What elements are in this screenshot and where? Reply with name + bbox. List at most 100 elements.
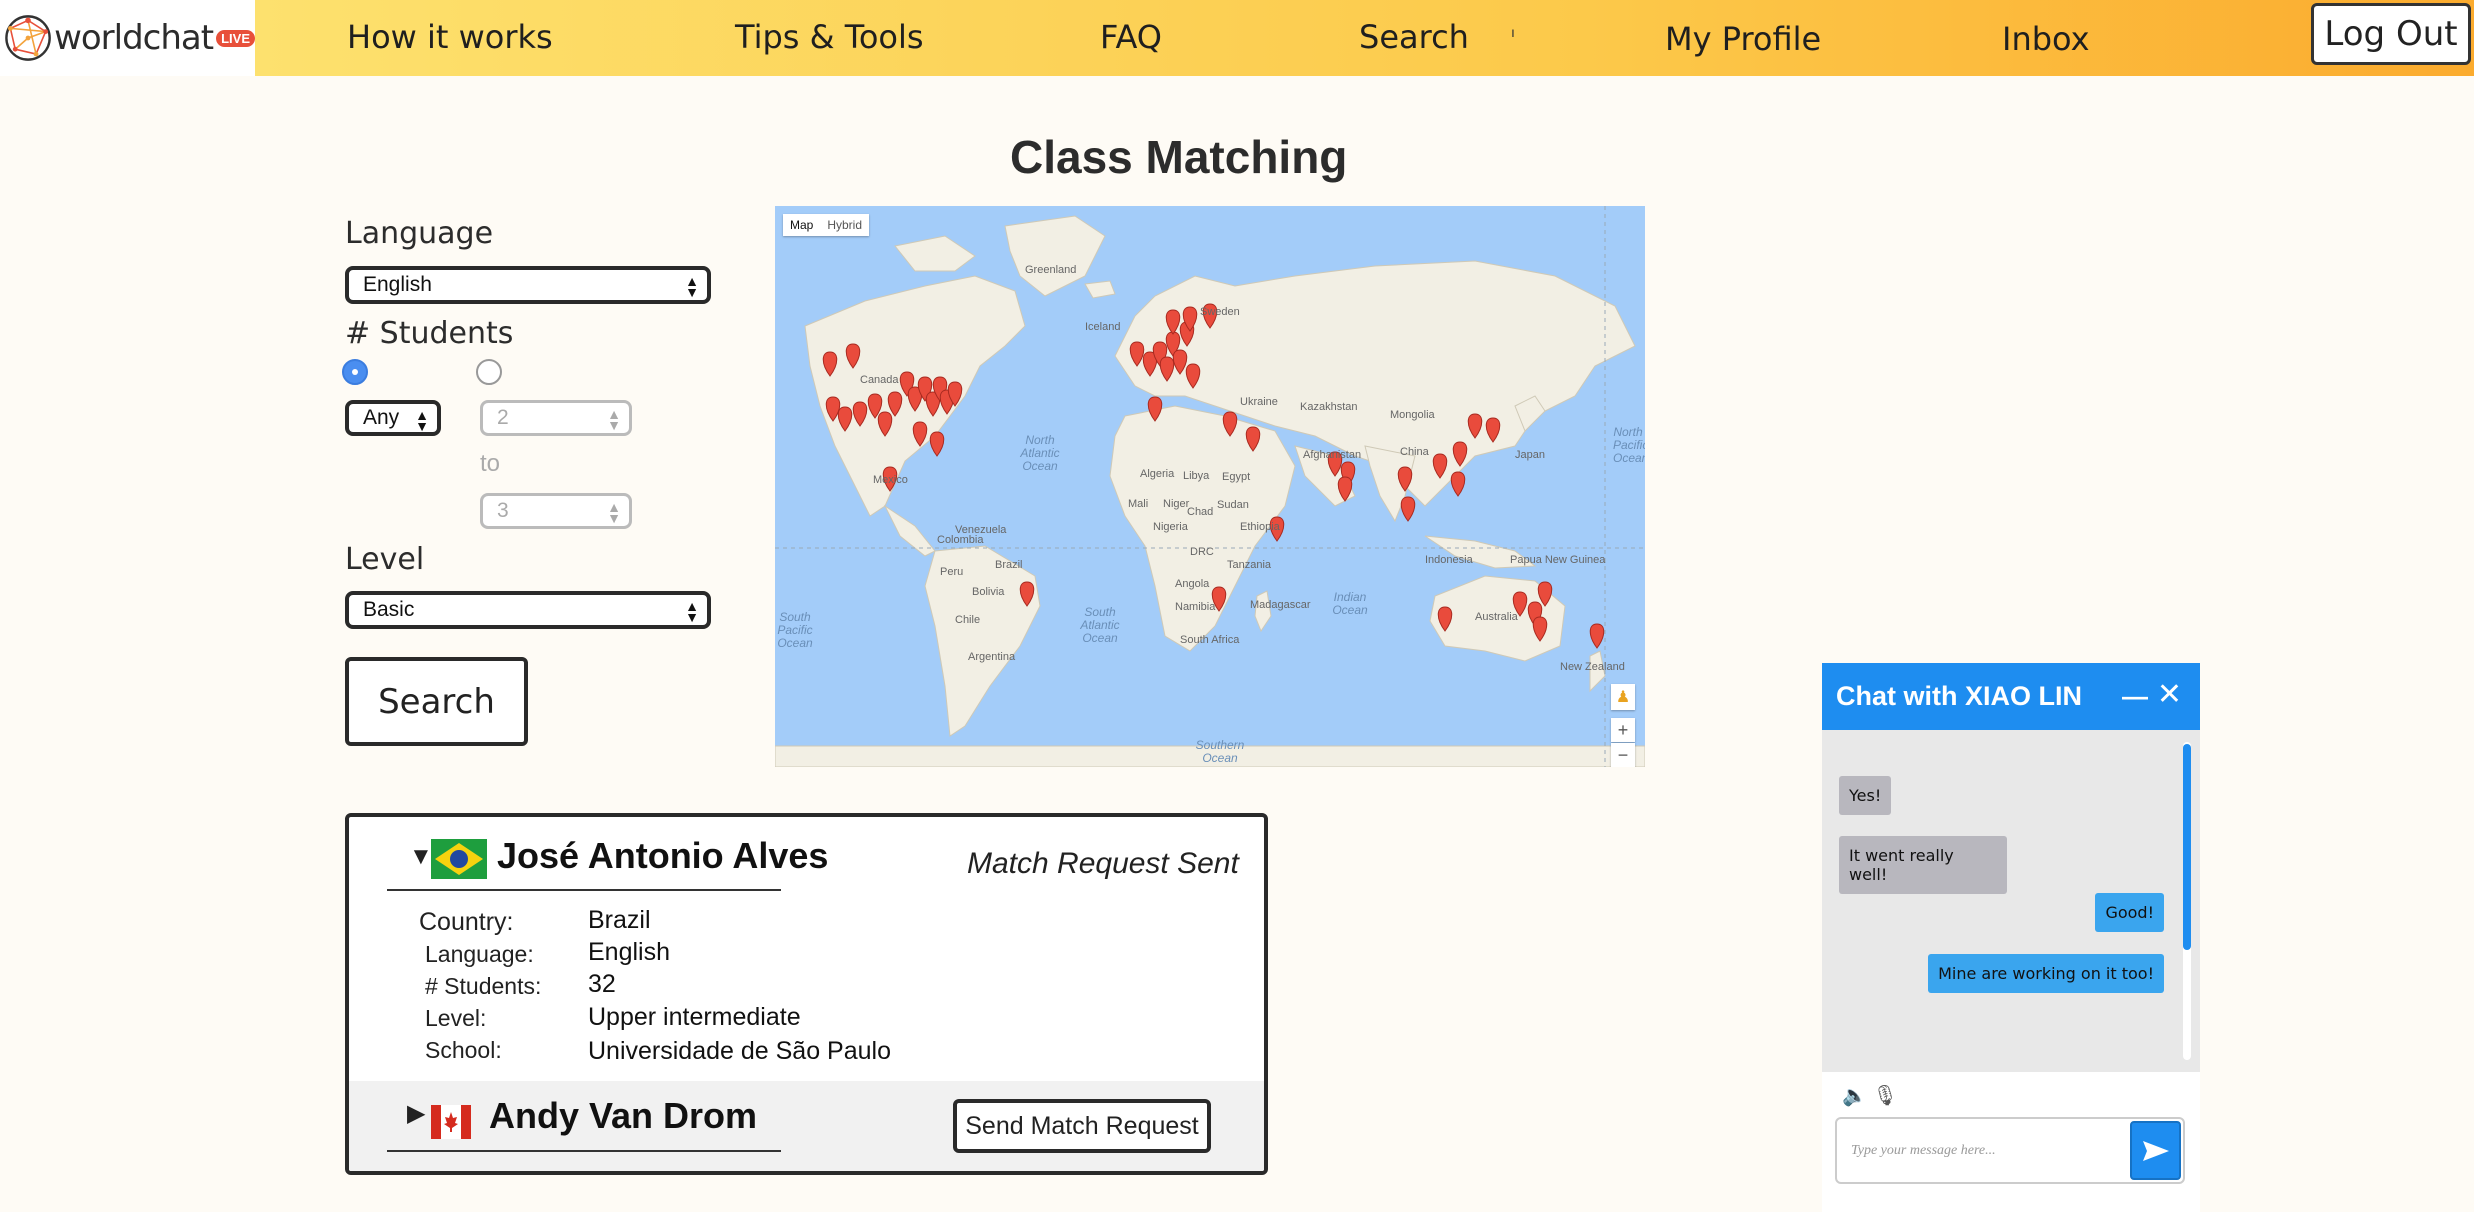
students-any-select[interactable]: Any ▲ ▼ [345,400,441,436]
students-to-value: 3 [497,499,509,522]
speaker-icon[interactable]: 🔈 [1842,1085,1867,1107]
map-label-sudan: Sudan [1217,499,1249,511]
map-label-chile: Chile [955,614,981,626]
chat-messages: Yes! It went really well! Good! Mine are… [1822,730,2200,1072]
chat-header: Chat with XIAO LIN — ✕ [1822,663,2200,730]
map-label-argentina: Argentina [968,651,1016,663]
microphone-icon[interactable]: 🎙 [1872,1085,1897,1107]
students-from-select[interactable]: 2 ▲ ▼ [480,400,632,436]
world-map[interactable]: Map Hybrid Greenland Iceland Canada Swed… [775,206,1645,767]
nav-search[interactable]: Search [1359,18,1469,56]
detail-value: Universidade de São Paulo [588,1037,891,1065]
logo[interactable]: worldchat LIVE [0,0,255,76]
zoom-out-button[interactable]: − [1611,743,1635,767]
select-arrows-icon: ▲ ▼ [607,406,621,433]
map-label-nigeria: Nigeria [1153,521,1188,533]
map-tab-hybrid[interactable]: Hybrid [820,214,869,236]
level-label: Level [345,542,425,577]
name-underline [387,889,781,891]
map-label-north-atlantic: North Atlantic Ocean [1020,433,1060,473]
level-select[interactable]: Basic ▲ ▼ [345,591,711,629]
collapse-triangle-icon[interactable]: ▼ [409,843,433,871]
detail-label: # Students: [425,973,542,999]
map-label-iceland: Iceland [1085,321,1121,333]
students-any-value: Any [363,406,400,429]
students-to-select[interactable]: 3 ▲ ▼ [480,493,632,529]
detail-value: English [588,938,670,966]
globe-logo-icon [5,15,51,61]
map-label-canada: Canada [860,374,899,386]
match-status: Match Request Sent [967,847,1239,880]
logout-button[interactable]: Log Out [2311,3,2471,65]
map-label-png: Papua New Guinea [1510,554,1606,566]
canada-flag-icon [431,1105,471,1139]
page-title: Class Matching [1010,131,1348,183]
results-panel: ▼ José Antonio Alves Match Request Sent … [345,813,1268,1175]
map-label-egypt: Egypt [1222,471,1251,483]
detail-value: 32 [588,970,616,998]
map-label-bolivia: Bolivia [972,586,1005,598]
minimize-icon[interactable]: — [2122,681,2148,712]
map-label-indonesia: Indonesia [1425,554,1473,566]
students-range-radio[interactable] [476,359,502,385]
result-name[interactable]: Andy Van Drom [489,1095,757,1137]
map-label-greenland: Greenland [1025,264,1077,276]
detail-label: Country: [419,908,514,936]
map-label-mongolia: Mongolia [1390,409,1435,421]
map-label-ukraine: Ukraine [1240,396,1278,408]
send-button[interactable] [2130,1121,2181,1180]
map-type-tabs: Map Hybrid [783,214,870,236]
map-label-japan: Japan [1515,449,1545,461]
students-label: # Students [345,316,514,351]
detail-label: Level: [425,1005,487,1031]
map-label-drc: DRC [1190,546,1214,558]
map-label-namibia: Namibia [1175,601,1216,613]
name-underline [387,1150,781,1152]
expand-triangle-icon[interactable]: ▶ [407,1099,425,1128]
navbar: How it works Tips & Tools FAQ ı Search M… [255,0,2474,76]
nav-divider: ı [1511,24,1515,40]
map-label-mexico: Mexico [873,474,908,486]
chat-message-outgoing: Mine are working on it too! [1928,954,2164,993]
map-label-australia: Australia [1475,611,1518,623]
map-label-angola: Angola [1175,578,1210,590]
map-label-china: China [1400,446,1429,458]
map-label-south-atlantic: South Atlantic Ocean [1080,605,1120,645]
nav-how-it-works[interactable]: How it works [347,18,553,56]
result-row-collapsed[interactable]: ▶ Andy Van Drom Send Match Request [349,1081,1264,1171]
detail-value: Upper intermediate [588,1003,801,1031]
street-view-pegman-icon[interactable]: ♟ [1611,684,1635,710]
map-label-north-pacific: North Pacific Ocean [1613,425,1645,465]
result-name[interactable]: José Antonio Alves [497,835,828,877]
nav-my-profile[interactable]: My Profile [1665,20,1821,58]
language-select[interactable]: English ▲ ▼ [345,266,711,304]
map-tab-map[interactable]: Map [783,214,820,236]
map-label-kazakhstan: Kazakhstan [1300,401,1358,413]
map-label-south-africa: South Africa [1180,634,1240,646]
search-button[interactable]: Search [345,657,528,746]
brazil-flag-icon [431,839,487,879]
detail-label: School: [425,1037,502,1063]
chat-scrollbar-thumb[interactable] [2183,744,2191,950]
map-label-libya: Libya [1183,470,1210,482]
nav-faq[interactable]: FAQ [1100,18,1162,56]
map-label-brazil: Brazil [995,559,1023,571]
chat-message-incoming: It went really well! [1839,836,2007,894]
send-arrow-icon [2142,1140,2169,1161]
logo-text: worldchat [54,18,214,58]
nav-tips-tools[interactable]: Tips & Tools [735,18,924,56]
map-label-algeria: Algeria [1140,468,1175,480]
students-any-radio[interactable] [342,359,368,385]
chat-tools: 🔈 🎙 [1842,1083,1898,1108]
map-label-indian-ocean: Indian Ocean [1332,590,1368,617]
send-match-request-button[interactable]: Send Match Request [953,1099,1211,1153]
nav-inbox[interactable]: Inbox [2002,20,2090,58]
map-label-colombia: Colombia [937,534,984,546]
map-label-madagascar: Madagascar [1250,599,1311,611]
chat-message-incoming: Yes! [1839,776,1892,815]
chat-message-outgoing: Good! [2095,893,2164,932]
zoom-in-button[interactable]: + [1611,718,1635,742]
close-icon[interactable]: ✕ [2157,677,2182,712]
map-label-afghanistan: Afghanistan [1303,449,1362,461]
select-arrows-icon: ▲ ▼ [607,499,621,526]
